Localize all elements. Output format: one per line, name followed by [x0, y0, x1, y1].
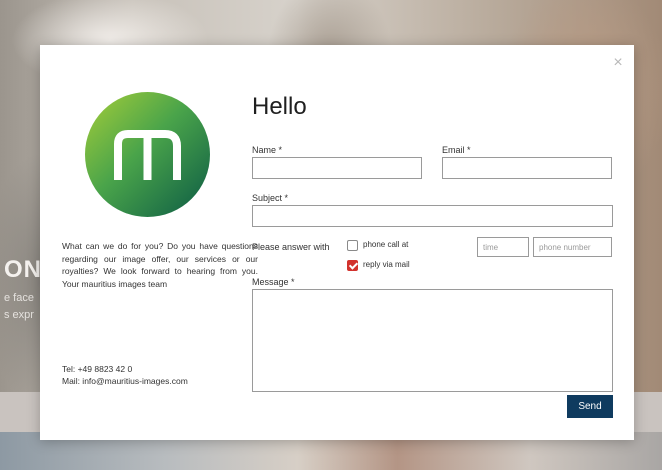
close-icon[interactable]: ×: [611, 55, 625, 71]
contact-phone: Tel: +49 8823 42 0: [62, 364, 133, 374]
reply-mail-checkbox[interactable]: [347, 260, 358, 271]
background-text-line: s expr: [4, 309, 34, 321]
time-field[interactable]: [477, 237, 529, 257]
phone-call-label: phone call at: [363, 240, 409, 249]
reply-mail-label: reply via mail: [363, 260, 410, 269]
mauritius-logo: [85, 92, 210, 217]
subject-field[interactable]: [252, 205, 613, 227]
subject-label: Subject *: [252, 193, 289, 203]
phone-number-field[interactable]: [533, 237, 612, 257]
email-field[interactable]: [442, 157, 612, 179]
answer-label: Please answer with: [252, 242, 330, 252]
name-field[interactable]: [252, 157, 422, 179]
background-text-line: e face: [4, 292, 34, 304]
contact-modal: × What can we do for you? Do you have qu…: [40, 45, 634, 440]
message-label: Message *: [252, 277, 295, 287]
intro-text: What can we do for you? Do you have ques…: [62, 241, 258, 289]
background-heading: ON: [4, 256, 42, 283]
phone-call-checkbox[interactable]: [347, 240, 358, 251]
email-label: Email *: [442, 145, 471, 155]
send-button[interactable]: Send: [567, 395, 613, 418]
modal-title: Hello: [252, 93, 307, 120]
name-label: Name *: [252, 145, 283, 155]
contact-email: Mail: info@mauritius-images.com: [62, 376, 188, 386]
message-field[interactable]: [252, 289, 613, 392]
